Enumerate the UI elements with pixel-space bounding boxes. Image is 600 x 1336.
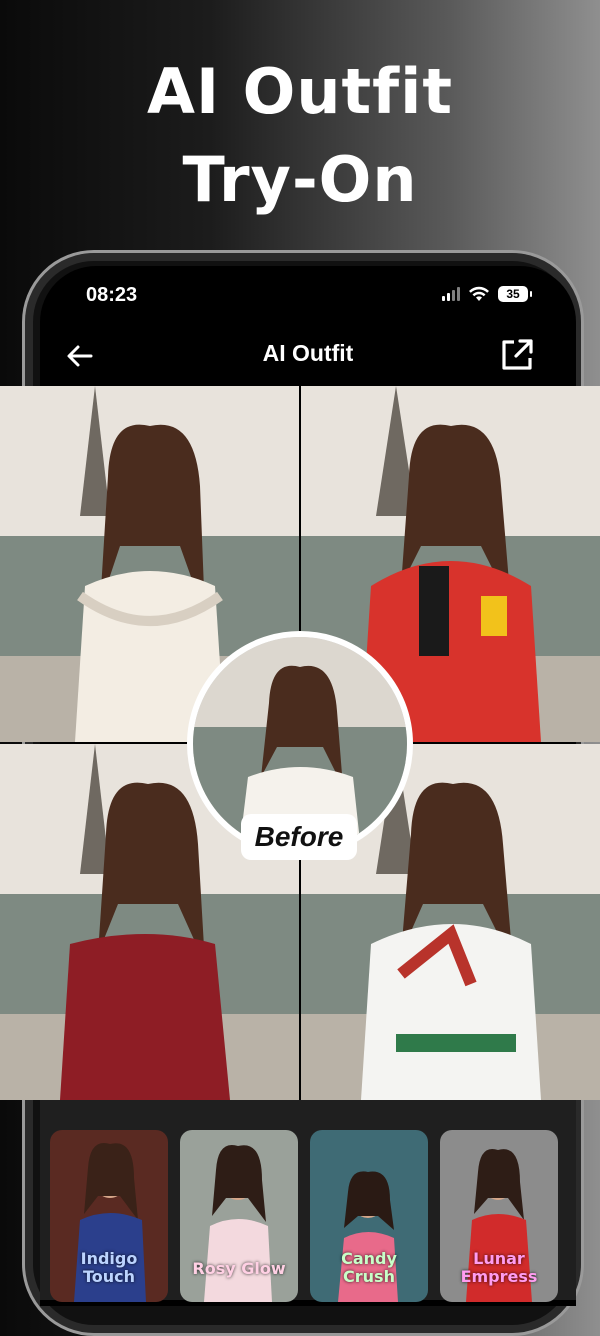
wifi-icon bbox=[469, 286, 489, 301]
page-title: AI Outfit bbox=[262, 340, 354, 366]
style-card-candy-crush[interactable]: Candy Crush bbox=[310, 1130, 428, 1302]
headline-line-2: Try-On bbox=[182, 143, 418, 216]
status-time: 08:23 bbox=[86, 284, 138, 306]
style-label-candy-crush: Candy Crush bbox=[341, 1249, 397, 1286]
style-card-indigo-touch[interactable]: Indigo Touch bbox=[50, 1130, 168, 1302]
headline-line-1: AI Outfit bbox=[147, 55, 453, 128]
status-icons: 35 bbox=[442, 286, 532, 302]
nav-bar: AI Outfit bbox=[40, 326, 576, 386]
style-selector: Indigo Touch Rosy Glow Candy Crush Lunar… bbox=[40, 1100, 576, 1302]
before-label: Before bbox=[241, 814, 357, 860]
signal-icon bbox=[442, 287, 460, 301]
status-bar: 08:23 35 bbox=[40, 266, 576, 326]
headline: AI Outfit Try-On bbox=[0, 48, 600, 224]
style-card-rosy-glow[interactable]: Rosy Glow bbox=[180, 1130, 298, 1302]
style-card-lunar-empress[interactable]: Lunar Empress bbox=[440, 1130, 558, 1302]
style-label-indigo-touch: Indigo Touch bbox=[80, 1249, 138, 1286]
style-label-rosy-glow: Rosy Glow bbox=[192, 1259, 286, 1278]
battery-indicator: 35 bbox=[498, 286, 532, 302]
share-external-icon[interactable] bbox=[498, 336, 536, 374]
style-label-lunar-empress: Lunar Empress bbox=[460, 1249, 538, 1286]
